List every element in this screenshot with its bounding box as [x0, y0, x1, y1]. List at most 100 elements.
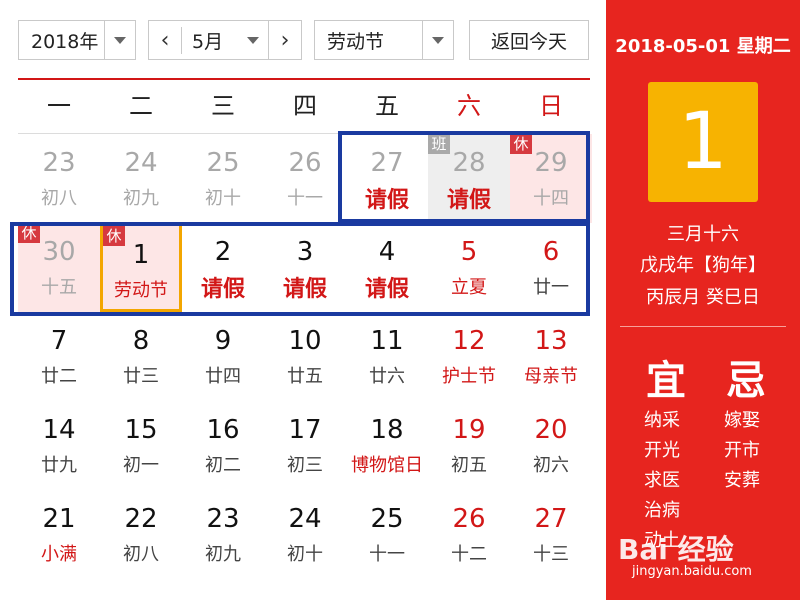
calendar-panel: 2018年 ‹ 5月 › 劳动节 返回今天 一 二 三 四 五 六 日 23 初八 24 初九 25… — [0, 0, 606, 600]
day-cell[interactable]: 27 十三 — [510, 490, 592, 579]
day-number: 25 — [206, 148, 240, 178]
ji-item: 嫁娶 — [724, 410, 760, 431]
holiday-value: 劳动节 — [327, 30, 385, 53]
day-subtext: 母亲节 — [524, 366, 578, 387]
day-number: 23 — [206, 504, 240, 534]
ganzhi-year: 戊戌年【狗年】 — [640, 255, 766, 276]
ji-item: 开市 — [724, 440, 760, 461]
day-cell[interactable]: 19 初五 — [428, 401, 510, 490]
baidu-jingyan-watermark: Bai 经验 jingyan.baidu.com — [610, 510, 790, 590]
ji-heading: 忌 — [726, 358, 766, 404]
day-number: 19 — [452, 415, 486, 445]
watermark-url: jingyan.baidu.com — [632, 564, 752, 579]
prev-month-icon[interactable]: ‹ — [149, 21, 181, 59]
day-subtext: 小满 — [41, 544, 77, 565]
day-cell[interactable]: 17 初三 — [264, 401, 346, 490]
day-cell[interactable]: 26 十二 — [428, 490, 510, 579]
day-subtext: 初三 — [287, 455, 323, 476]
header-divider — [18, 78, 590, 80]
day-subtext: 十一 — [369, 544, 405, 565]
day-cell[interactable]: 11 廿六 — [346, 312, 428, 401]
day-cell[interactable]: 14 廿九 — [18, 401, 100, 490]
day-number: 16 — [206, 415, 240, 445]
day-number: 7 — [50, 326, 68, 356]
day-number: 10 — [288, 326, 322, 356]
watermark-brand: Bai 经验 — [618, 533, 734, 566]
weekday-header: 日 — [539, 92, 563, 120]
day-subtext: 博物馆日 — [351, 455, 423, 476]
day-number: 27 — [534, 504, 568, 534]
day-cell[interactable]: 25 初十 — [182, 134, 264, 223]
day-cell[interactable]: 23 初八 — [18, 134, 100, 223]
weekday-header: 四 — [293, 92, 317, 120]
day-cell[interactable]: 26 十一 — [264, 134, 346, 223]
day-cell[interactable]: 25 十一 — [346, 490, 428, 579]
day-number: 18 — [370, 415, 404, 445]
leave-highlight-week1 — [338, 131, 590, 223]
selected-day-number: 1 — [648, 82, 758, 202]
day-cell[interactable]: 22 初八 — [100, 490, 182, 579]
day-subtext: 十二 — [451, 544, 487, 565]
day-subtext: 初十 — [205, 188, 241, 209]
day-cell[interactable]: 10 廿五 — [264, 312, 346, 401]
day-number: 26 — [288, 148, 322, 178]
day-cell[interactable]: 18 博物馆日 — [346, 401, 428, 490]
chevron-down-icon[interactable] — [238, 21, 268, 59]
next-month-icon[interactable]: › — [268, 21, 301, 59]
day-cell[interactable]: 24 初九 — [100, 134, 182, 223]
day-cell[interactable]: 12 护士节 — [428, 312, 510, 401]
day-cell[interactable]: 23 初九 — [182, 490, 264, 579]
leave-highlight-week2 — [10, 222, 590, 316]
day-number: 14 — [42, 415, 76, 445]
day-subtext: 廿二 — [41, 366, 77, 387]
day-subtext: 初一 — [123, 455, 159, 476]
sidebar-divider — [620, 326, 786, 327]
holiday-select[interactable]: 劳动节 — [314, 20, 454, 60]
day-number: 8 — [132, 326, 150, 356]
day-subtext: 初十 — [287, 544, 323, 565]
day-subtext: 初八 — [123, 544, 159, 565]
day-cell[interactable]: 7 廿二 — [18, 312, 100, 401]
day-number: 24 — [124, 148, 158, 178]
month-value: 5月 — [181, 26, 238, 54]
day-cell[interactable]: 8 廿三 — [100, 312, 182, 401]
day-cell[interactable]: 9 廿四 — [182, 312, 264, 401]
day-number: 11 — [370, 326, 404, 356]
day-number: 23 — [42, 148, 76, 178]
day-subtext: 初二 — [205, 455, 241, 476]
yi-item: 纳采 — [644, 410, 680, 431]
year-select[interactable]: 2018年 — [18, 20, 136, 60]
weekday-header: 三 — [211, 92, 235, 120]
day-subtext: 廿四 — [205, 366, 241, 387]
day-subtext: 廿三 — [123, 366, 159, 387]
day-cell[interactable]: 13 母亲节 — [510, 312, 592, 401]
ji-item: 安葬 — [724, 470, 760, 491]
day-cell[interactable]: 20 初六 — [510, 401, 592, 490]
day-subtext: 初六 — [533, 455, 569, 476]
yi-item: 开光 — [644, 440, 680, 461]
day-cell[interactable]: 24 初十 — [264, 490, 346, 579]
yi-item: 求医 — [644, 470, 680, 491]
day-subtext: 廿九 — [41, 455, 77, 476]
day-number: 17 — [288, 415, 322, 445]
day-number: 15 — [124, 415, 158, 445]
day-cell[interactable]: 21 小满 — [18, 490, 100, 579]
day-subtext: 初九 — [123, 188, 159, 209]
day-subtext: 初八 — [41, 188, 77, 209]
chevron-down-icon[interactable] — [104, 21, 135, 59]
day-subtext: 十一 — [287, 188, 323, 209]
month-select[interactable]: ‹ 5月 › — [148, 20, 302, 60]
day-subtext: 廿六 — [369, 366, 405, 387]
selected-date: 2018-05-01 星期二 — [615, 36, 791, 57]
back-to-today-button[interactable]: 返回今天 — [469, 20, 589, 60]
chevron-down-icon[interactable] — [422, 21, 453, 59]
yi-heading: 宜 — [646, 358, 686, 404]
weekday-header: 一 — [47, 92, 71, 120]
day-number: 25 — [370, 504, 404, 534]
day-number: 26 — [452, 504, 486, 534]
day-number: 20 — [534, 415, 568, 445]
day-cell[interactable]: 15 初一 — [100, 401, 182, 490]
day-cell[interactable]: 16 初二 — [182, 401, 264, 490]
day-subtext: 初九 — [205, 544, 241, 565]
ji-list: 嫁娶 开市 安葬 — [724, 406, 760, 496]
